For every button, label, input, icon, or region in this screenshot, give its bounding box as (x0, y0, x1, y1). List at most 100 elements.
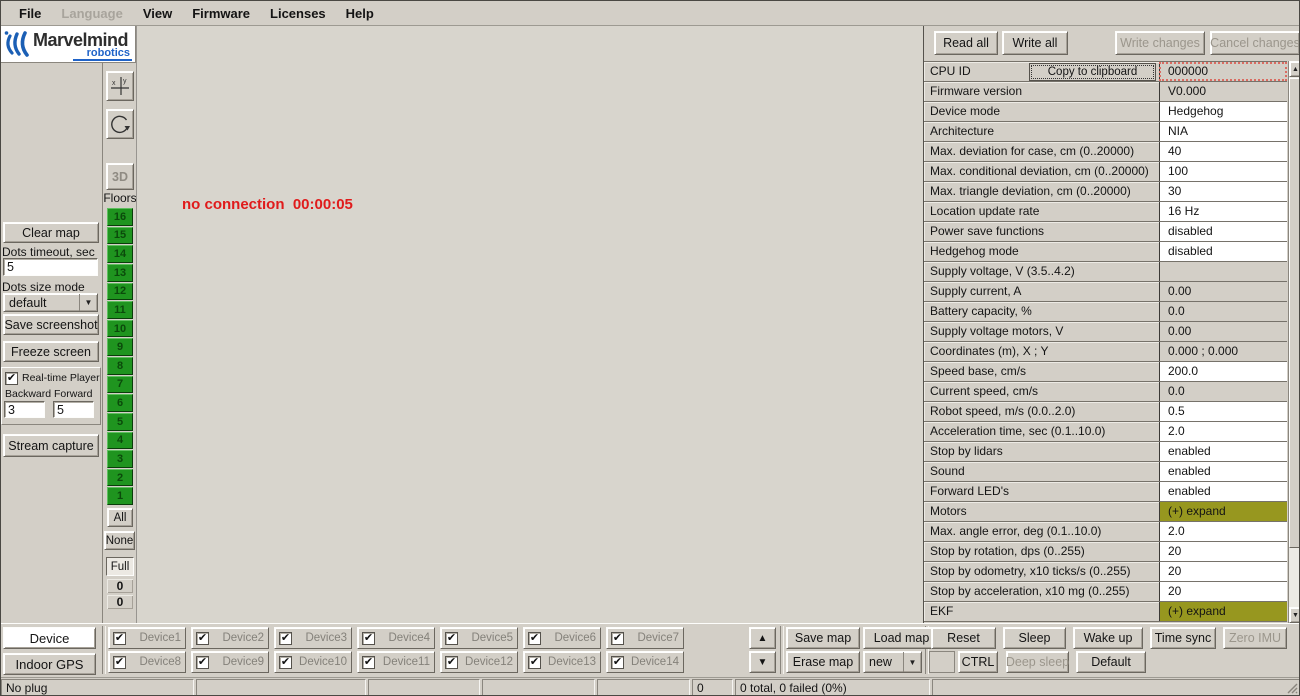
device-cell-device7[interactable]: ✔Device7 (606, 627, 684, 649)
param-value-power-save-functions[interactable]: disabled (1159, 222, 1287, 241)
param-value-cpu-id[interactable]: 000000 (1159, 62, 1287, 81)
param-value-current-speed-cm-s[interactable]: 0.0 (1159, 382, 1287, 401)
param-value-device-mode[interactable]: Hedgehog (1159, 102, 1287, 121)
param-value-max-triangle-deviation-cm-0-20000-[interactable]: 30 (1159, 182, 1287, 201)
save-screenshot-button[interactable]: Save screenshot (3, 314, 99, 335)
dots-size-mode-select[interactable]: default ▼ (3, 293, 98, 312)
load-map-button[interactable]: Load map (863, 627, 940, 649)
floor-button-9[interactable]: 9 (107, 338, 133, 356)
time-sync-button[interactable]: Time sync (1150, 627, 1216, 649)
param-value-coordinates-m-x-y[interactable]: 0.000 ; 0.000 (1159, 342, 1287, 361)
floor-button-3[interactable]: 3 (107, 450, 133, 468)
menu-file[interactable]: File (9, 6, 51, 21)
device-cell-device1[interactable]: ✔Device1 (108, 627, 186, 649)
checkbox-checked-icon[interactable]: ✔ (113, 632, 126, 645)
copy-to-clipboard-button[interactable]: Copy to clipboard (1029, 63, 1156, 81)
default-button[interactable]: Default (1076, 651, 1146, 673)
param-value-robot-speed-m-s-0-0-2-0-[interactable]: 0.5 (1159, 402, 1287, 421)
3d-view-button[interactable]: 3D (106, 163, 134, 190)
device-list-down-button[interactable]: ▼ (749, 651, 776, 673)
param-value-acceleration-time-sec-0-1-10-0-[interactable]: 2.0 (1159, 422, 1287, 441)
erase-map-button[interactable]: Erase map (786, 651, 860, 673)
menu-firmware[interactable]: Firmware (182, 6, 260, 21)
dots-timeout-input[interactable] (3, 258, 98, 276)
save-map-button[interactable]: Save map (786, 627, 860, 649)
floors-all-button[interactable]: All (107, 508, 133, 527)
floor-button-6[interactable]: 6 (107, 394, 133, 412)
param-value-stop-by-rotation-dps-0-255-[interactable]: 20 (1159, 542, 1287, 561)
param-value-firmware-version[interactable]: V0.000 (1159, 82, 1287, 101)
wake-up-button[interactable]: Wake up (1073, 627, 1143, 649)
read-all-button[interactable]: Read all (934, 31, 998, 55)
sleep-button[interactable]: Sleep (1003, 627, 1066, 649)
checkbox-checked-icon[interactable]: ✔ (362, 656, 375, 669)
device-cell-device11[interactable]: ✔Device11 (357, 651, 435, 673)
device-cell-device4[interactable]: ✔Device4 (357, 627, 435, 649)
write-all-button[interactable]: Write all (1002, 31, 1068, 55)
param-value-supply-voltage-v-3-5-4-2-[interactable] (1159, 262, 1287, 281)
floor-button-13[interactable]: 13 (107, 264, 133, 282)
param-value-speed-base-cm-s[interactable]: 200.0 (1159, 362, 1287, 381)
realtime-player-checkbox[interactable]: ✔ (5, 372, 18, 385)
scroll-down-icon[interactable]: ▼ (1289, 607, 1300, 623)
device-cell-device12[interactable]: ✔Device12 (440, 651, 518, 673)
floor-button-14[interactable]: 14 (107, 245, 133, 263)
param-value-location-update-rate[interactable]: 16 Hz (1159, 202, 1287, 221)
menu-view[interactable]: View (133, 6, 182, 21)
param-value-supply-current-a[interactable]: 0.00 (1159, 282, 1287, 301)
rotate-view-button[interactable] (106, 109, 134, 139)
floor-button-1[interactable]: 1 (107, 487, 133, 505)
floor-button-10[interactable]: 10 (107, 320, 133, 338)
checkbox-checked-icon[interactable]: ✔ (528, 656, 541, 669)
parameters-scrollbar[interactable]: ▲ ▼ (1288, 61, 1300, 623)
device-cell-device13[interactable]: ✔Device13 (523, 651, 601, 673)
device-cell-device2[interactable]: ✔Device2 (191, 627, 269, 649)
checkbox-checked-icon[interactable]: ✔ (528, 632, 541, 645)
checkbox-checked-icon[interactable]: ✔ (362, 632, 375, 645)
backward-input[interactable] (4, 401, 45, 418)
floors-none-button[interactable]: None (104, 531, 135, 550)
floor-button-5[interactable]: 5 (107, 413, 133, 431)
floor-button-4[interactable]: 4 (107, 432, 133, 450)
checkbox-checked-icon[interactable]: ✔ (196, 632, 209, 645)
param-value-max-conditional-deviation-cm-0-20000-[interactable]: 100 (1159, 162, 1287, 181)
menu-licenses[interactable]: Licenses (260, 6, 336, 21)
axes-view-button[interactable]: x y (106, 71, 134, 101)
checkbox-checked-icon[interactable]: ✔ (611, 632, 624, 645)
device-cell-device3[interactable]: ✔Device3 (274, 627, 352, 649)
floor-button-2[interactable]: 2 (107, 469, 133, 487)
reset-button[interactable]: Reset (931, 627, 996, 649)
floor-button-7[interactable]: 7 (107, 376, 133, 394)
checkbox-checked-icon[interactable]: ✔ (196, 656, 209, 669)
stream-capture-button[interactable]: Stream capture (3, 434, 99, 457)
device-list-up-button[interactable]: ▲ (749, 627, 776, 649)
checkbox-checked-icon[interactable]: ✔ (279, 656, 292, 669)
param-value-max-angle-error-deg-0-1-10-0-[interactable]: 2.0 (1159, 522, 1287, 541)
floor-button-11[interactable]: 11 (107, 301, 133, 319)
floor-button-16[interactable]: 16 (107, 208, 133, 226)
map-select[interactable]: new ▼ (863, 651, 922, 673)
menu-help[interactable]: Help (336, 6, 384, 21)
forward-input[interactable] (53, 401, 94, 418)
checkbox-checked-icon[interactable]: ✔ (445, 656, 458, 669)
resize-grip-icon[interactable] (1285, 681, 1298, 694)
clear-map-button[interactable]: Clear map (3, 222, 99, 243)
param-value-supply-voltage-motors-v[interactable]: 0.00 (1159, 322, 1287, 341)
param-value-battery-capacity-[interactable]: 0.0 (1159, 302, 1287, 321)
device-cell-device10[interactable]: ✔Device10 (274, 651, 352, 673)
param-value-hedgehog-mode[interactable]: disabled (1159, 242, 1287, 261)
floor-button-15[interactable]: 15 (107, 227, 133, 245)
device-cell-device9[interactable]: ✔Device9 (191, 651, 269, 673)
device-cell-device14[interactable]: ✔Device14 (606, 651, 684, 673)
floor-button-8[interactable]: 8 (107, 357, 133, 375)
floors-full-button[interactable]: Full (106, 557, 134, 576)
param-value-sound[interactable]: enabled (1159, 462, 1287, 481)
param-value-ekf[interactable]: (+) expand (1159, 602, 1287, 621)
param-value-stop-by-acceleration-x10-mg-0-255-[interactable]: 20 (1159, 582, 1287, 601)
scroll-up-icon[interactable]: ▲ (1289, 61, 1300, 77)
indoor-gps-tab-button[interactable]: Indoor GPS (3, 653, 96, 675)
freeze-screen-button[interactable]: Freeze screen (3, 341, 99, 362)
ctrl-button[interactable]: CTRL (958, 651, 998, 673)
scrollbar-thumb[interactable] (1289, 78, 1300, 548)
ctrl-modifier-box[interactable] (929, 651, 955, 673)
